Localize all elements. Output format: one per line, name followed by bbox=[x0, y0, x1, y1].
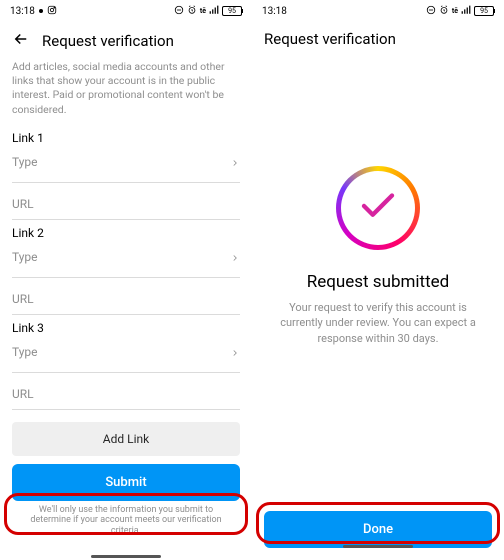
link2-url-input[interactable]: URL bbox=[12, 278, 240, 315]
status-time: 13:18 bbox=[10, 6, 35, 17]
battery-icon: 95 bbox=[222, 6, 242, 16]
nav-bar-icon bbox=[91, 555, 161, 558]
status-dot-icon bbox=[39, 9, 43, 13]
alarm-icon bbox=[439, 5, 449, 18]
link3-url-input[interactable]: URL bbox=[12, 373, 240, 410]
status-time: 13:18 bbox=[262, 6, 287, 17]
type-placeholder: Type bbox=[12, 345, 38, 359]
signal-icon bbox=[461, 5, 471, 18]
dnd-icon bbox=[426, 5, 436, 18]
type-placeholder: Type bbox=[12, 250, 38, 264]
chevron-right-icon bbox=[230, 153, 240, 172]
done-button[interactable]: Done bbox=[264, 511, 492, 548]
link3-type-select[interactable]: Type bbox=[12, 339, 240, 373]
alarm-icon bbox=[187, 5, 197, 18]
volte-icon: tē bbox=[452, 7, 458, 15]
page-title: Request verification bbox=[42, 32, 174, 50]
instagram-icon bbox=[47, 5, 57, 18]
header: Request verification bbox=[0, 22, 252, 60]
volte-icon: tē bbox=[200, 7, 206, 15]
success-gradient-circle bbox=[336, 166, 420, 250]
link2-label: Link 2 bbox=[12, 226, 240, 240]
success-title: Request submitted bbox=[307, 272, 450, 292]
type-placeholder: Type bbox=[12, 155, 38, 169]
signal-icon bbox=[209, 5, 219, 18]
dnd-icon bbox=[174, 5, 184, 18]
nav-bar-icon bbox=[343, 545, 413, 548]
submit-button[interactable]: Submit bbox=[12, 464, 240, 501]
footer-note: We'll only use the information you submi… bbox=[0, 503, 252, 539]
link1-label: Link 1 bbox=[12, 131, 240, 145]
battery-icon: 95 bbox=[474, 6, 494, 16]
link3-label: Link 3 bbox=[12, 321, 240, 335]
header: Request verification bbox=[252, 22, 504, 56]
add-link-button[interactable]: Add Link bbox=[12, 422, 240, 456]
intro-subtext: Add articles, social media accounts and … bbox=[0, 60, 252, 125]
link2-type-select[interactable]: Type bbox=[12, 244, 240, 278]
link1-url-input[interactable]: URL bbox=[12, 183, 240, 220]
success-subtext: Your request to verify this account is c… bbox=[272, 300, 484, 346]
check-icon bbox=[357, 185, 399, 231]
link1-type-select[interactable]: Type bbox=[12, 149, 240, 183]
screen-request-submitted: 13:18 tē 95 Request verification Re bbox=[252, 0, 504, 560]
page-title: Request verification bbox=[264, 30, 396, 48]
status-bar: 13:18 tē 95 bbox=[0, 0, 252, 22]
status-bar: 13:18 tē 95 bbox=[252, 0, 504, 22]
screen-verification-form: 13:18 tē 95 Request verification Add art… bbox=[0, 0, 252, 560]
chevron-right-icon bbox=[230, 248, 240, 267]
back-arrow-icon[interactable] bbox=[12, 30, 30, 52]
chevron-right-icon bbox=[230, 343, 240, 362]
